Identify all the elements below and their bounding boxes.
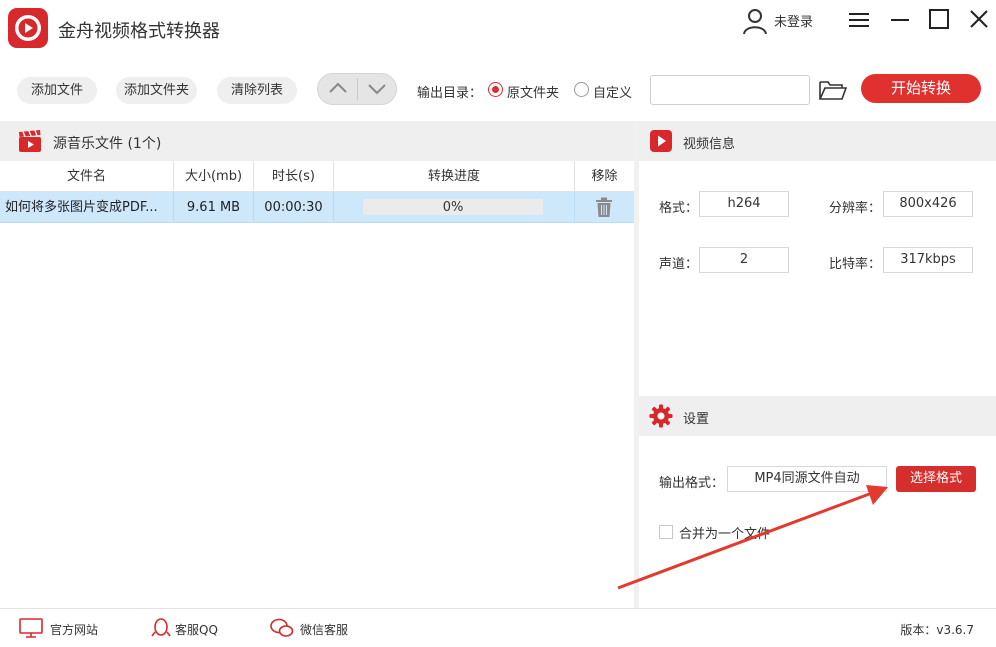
title-bar: 金舟视频格式转换器 未登录 [0, 0, 996, 58]
table-header: 文件名 大小(mb) 时长(s) 转换进度 移除 [0, 161, 634, 192]
status-bar: 官方网站 客服QQ 微信客服 版本：v3.6.7 [0, 608, 996, 647]
official-website-link[interactable]: 官方网站 [50, 621, 98, 638]
column-header-duration: 时长(s) [253, 161, 333, 192]
progress-percent: 0% [442, 200, 464, 215]
resolution-value: 800x426 [883, 191, 973, 217]
maximize-icon[interactable] [924, 6, 954, 34]
settings-title: 设置 [683, 412, 710, 427]
chevron-up-icon [329, 82, 347, 93]
move-buttons [317, 73, 397, 105]
wechat-service-link[interactable]: 微信客服 [300, 621, 348, 638]
merge-label[interactable]: 合并为一个文件 [679, 523, 770, 542]
app-title: 金舟视频格式转换器 [58, 21, 220, 42]
login-status[interactable]: 未登录 [774, 11, 813, 30]
start-convert-button[interactable]: 开始转换 [861, 74, 981, 103]
file-list-header: 源音乐文件 (1个) [0, 121, 634, 161]
file-duration-cell: 00:00:30 [253, 192, 333, 223]
file-list-panel: 源音乐文件 (1个) 文件名 大小(mb) 时长(s) 转换进度 移除 如何将多… [0, 121, 634, 608]
column-header-remove: 移除 [574, 161, 634, 192]
bitrate-label: 比特率： [829, 257, 882, 272]
app-window: 金舟视频格式转换器 未登录 添加文件 添加文件夹 清除列表 输出目录： 原文件夹… [0, 0, 996, 647]
resolution-label: 分辨率： [829, 201, 882, 216]
radio-original-folder[interactable] [488, 82, 503, 97]
play-icon [649, 129, 673, 153]
gear-icon [649, 404, 673, 428]
chevron-down-icon [368, 84, 386, 95]
version-label: 版本：v3.6.7 [900, 623, 974, 637]
monitor-icon[interactable] [18, 617, 44, 639]
output-format-value: MP4同源文件自动 [727, 466, 887, 492]
file-list-title: 源音乐文件 (1个) [53, 136, 162, 152]
folder-open-icon[interactable] [818, 78, 848, 102]
bitrate-value: 317kbps [883, 247, 973, 273]
output-path-input[interactable] [650, 75, 810, 105]
close-icon[interactable] [964, 6, 994, 34]
customer-service-qq-link[interactable]: 客服QQ [175, 621, 218, 638]
file-name-cell: 如何将多张图片变成PDF... [5, 200, 158, 215]
video-info-title: 视频信息 [683, 137, 736, 152]
radio-original-label[interactable]: 原文件夹 [507, 82, 559, 101]
settings-header: 设置 [639, 396, 996, 436]
channel-label: 声道： [659, 257, 699, 272]
radio-custom[interactable] [574, 82, 589, 97]
radio-custom-label[interactable]: 自定义 [593, 82, 632, 101]
output-format-label: 输出格式： [659, 476, 725, 491]
output-dir-label: 输出目录： [417, 86, 483, 101]
video-info-header: 视频信息 [639, 121, 996, 161]
trash-icon[interactable] [594, 197, 614, 218]
merge-checkbox[interactable] [659, 525, 673, 539]
move-up-button[interactable] [318, 74, 357, 104]
table-row[interactable]: 如何将多张图片变成PDF... 9.61 MB 00:00:30 0% [0, 192, 634, 223]
add-file-button[interactable]: 添加文件 [17, 77, 97, 104]
qq-icon[interactable] [148, 617, 174, 639]
column-header-size: 大小(mb) [173, 161, 253, 192]
user-icon[interactable] [740, 6, 770, 36]
file-size-cell: 9.61 MB [173, 192, 253, 223]
format-label: 格式： [659, 201, 699, 216]
choose-format-button[interactable]: 选择格式 [896, 466, 976, 492]
wechat-icon[interactable] [269, 617, 295, 639]
clapperboard-icon [18, 129, 42, 153]
add-folder-button[interactable]: 添加文件夹 [116, 77, 197, 104]
toolbar: 添加文件 添加文件夹 清除列表 输出目录： 原文件夹 自定义 开始转换 [0, 58, 996, 120]
move-down-button[interactable] [358, 74, 397, 104]
column-header-progress: 转换进度 [333, 161, 574, 192]
column-header-filename: 文件名 [66, 169, 106, 184]
menu-icon[interactable] [844, 6, 874, 34]
app-logo-icon [8, 8, 48, 48]
channel-value: 2 [699, 247, 789, 273]
minimize-icon[interactable] [885, 6, 915, 34]
clear-list-button[interactable]: 清除列表 [217, 77, 297, 104]
format-value: h264 [699, 191, 789, 217]
panel-divider [634, 121, 639, 608]
